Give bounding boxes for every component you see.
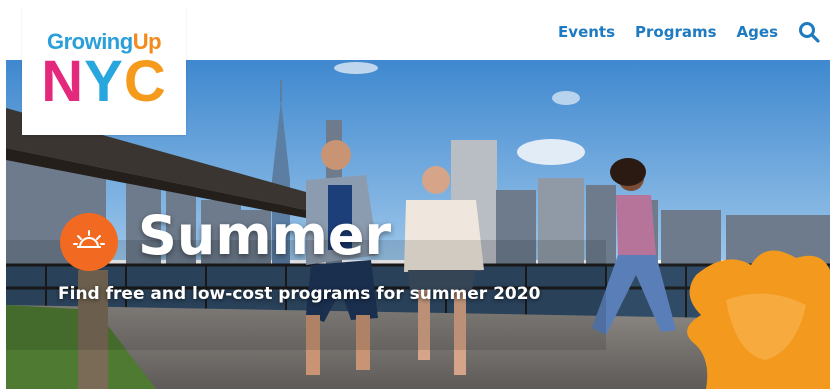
sun-badge: [60, 213, 118, 271]
logo-nyc-letters: NYC: [41, 49, 167, 114]
nav-events-link[interactable]: Events: [558, 23, 615, 41]
main-nav: Events Programs Ages: [558, 14, 820, 50]
growing-up-nyc-logo[interactable]: GrowingUp NYC: [22, 7, 186, 135]
search-icon[interactable]: [798, 21, 820, 43]
nav-programs-link[interactable]: Programs: [635, 23, 717, 41]
sun-icon: [73, 230, 105, 248]
nav-ages-link[interactable]: Ages: [737, 23, 778, 41]
hero-subtitle: Find free and low-cost programs for summ…: [58, 284, 541, 304]
hero-title: Summer: [138, 204, 392, 267]
